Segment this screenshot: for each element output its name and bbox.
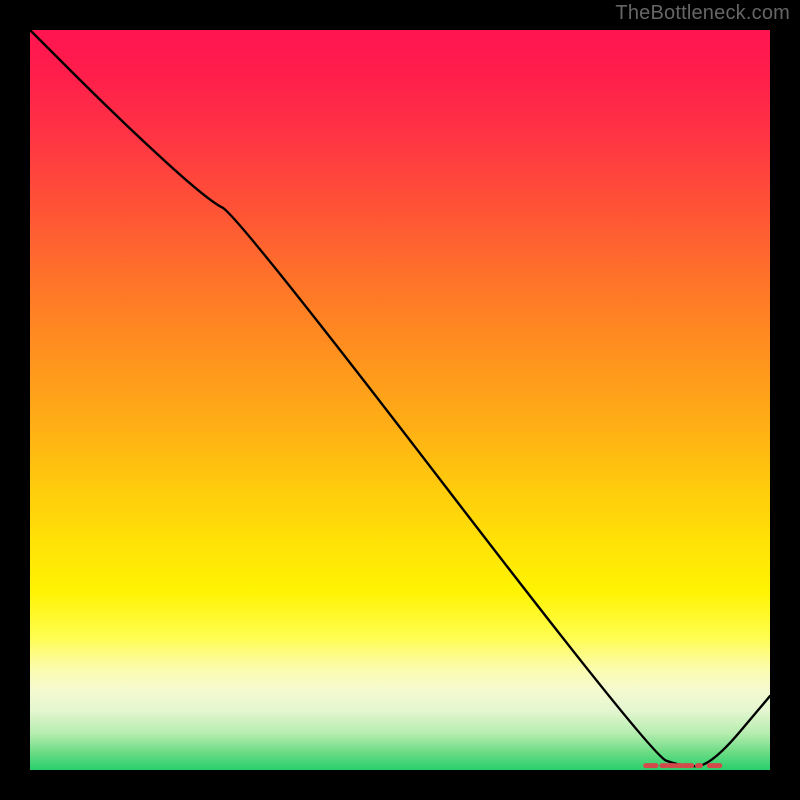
plot-area bbox=[30, 30, 770, 770]
curve-line bbox=[30, 30, 770, 766]
chart-overlay bbox=[30, 30, 770, 770]
watermark-text: TheBottleneck.com bbox=[615, 2, 790, 25]
chart-stage: TheBottleneck.com bbox=[0, 0, 800, 800]
